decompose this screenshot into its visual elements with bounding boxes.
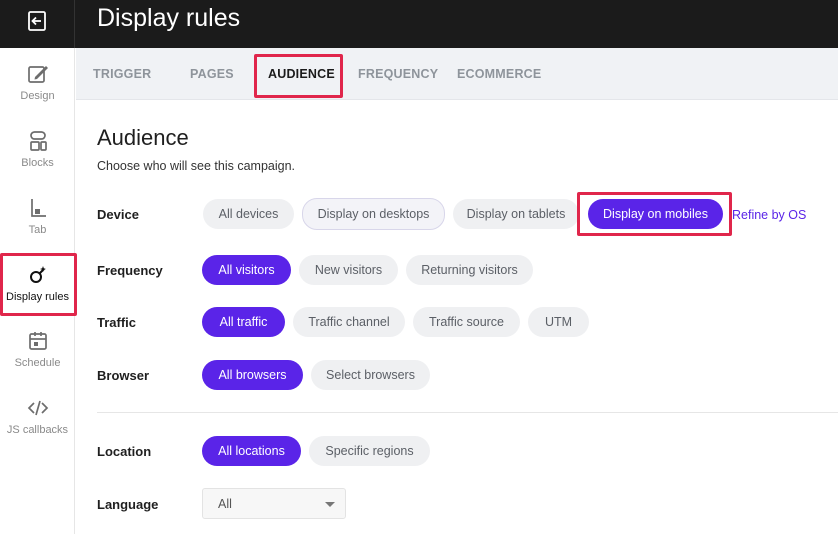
browser-option-select[interactable]: Select browsers — [311, 360, 430, 390]
sidebar-item-js-callbacks[interactable]: JS callbacks — [0, 394, 75, 454]
chevron-down-icon — [325, 502, 335, 507]
device-option-tablets[interactable]: Display on tablets — [453, 199, 579, 229]
language-select[interactable]: All — [202, 488, 346, 519]
frequency-label: Frequency — [97, 263, 163, 278]
traffic-option-source[interactable]: Traffic source — [413, 307, 520, 337]
exit-icon[interactable] — [24, 8, 50, 34]
schedule-icon — [26, 329, 50, 353]
sidebar-item-label: Schedule — [14, 357, 61, 369]
browser-option-all[interactable]: All browsers — [202, 360, 303, 390]
sidebar-item-design[interactable]: Design — [0, 60, 75, 120]
highlight-box-mobile — [577, 192, 732, 236]
location-option-all[interactable]: All locations — [202, 436, 301, 466]
sidebar-item-label: Tab — [28, 224, 47, 236]
browser-label: Browser — [97, 368, 150, 383]
language-label: Language — [97, 497, 159, 512]
tab-bar: TRIGGER PAGES AUDIENCE FREQUENCY ECOMMER… — [76, 48, 838, 100]
traffic-option-channel[interactable]: Traffic channel — [293, 307, 405, 337]
location-label: Location — [97, 444, 152, 459]
tab-pages[interactable]: PAGES — [190, 67, 234, 81]
tab-frequency[interactable]: FREQUENCY — [358, 67, 438, 81]
section-divider — [97, 412, 838, 413]
traffic-label: Traffic — [97, 315, 137, 330]
sidebar-item-label: Blocks — [21, 157, 54, 169]
language-select-value: All — [218, 497, 232, 511]
refine-by-os-link[interactable]: Refine by OS — [732, 208, 806, 222]
tab-trigger[interactable]: TRIGGER — [93, 67, 151, 81]
section-title: Audience — [97, 125, 189, 150]
sidebar-item-blocks[interactable]: Blocks — [0, 127, 75, 187]
sidebar-item-label: Design — [20, 90, 55, 102]
design-icon — [26, 62, 50, 86]
frequency-option-all-visitors[interactable]: All visitors — [202, 255, 291, 285]
frequency-option-new-visitors[interactable]: New visitors — [299, 255, 398, 285]
device-label: Device — [97, 207, 139, 222]
device-option-desktops[interactable]: Display on desktops — [302, 198, 445, 230]
sidebar-item-schedule[interactable]: Schedule — [0, 327, 75, 387]
sidebar-item-tab[interactable]: Tab — [0, 194, 75, 254]
tab-icon — [26, 196, 50, 220]
tab-ecommerce[interactable]: ECOMMERCE — [457, 67, 541, 81]
highlight-box-sidebar — [0, 253, 77, 316]
page-title: Display rules — [97, 4, 241, 32]
device-option-all[interactable]: All devices — [203, 199, 294, 229]
frequency-option-returning-visitors[interactable]: Returning visitors — [406, 255, 533, 285]
blocks-icon — [26, 129, 50, 153]
traffic-option-all[interactable]: All traffic — [202, 307, 285, 337]
location-option-specific-regions[interactable]: Specific regions — [309, 436, 430, 466]
code-icon — [26, 396, 50, 420]
section-subtitle: Choose who will see this campaign. — [97, 159, 296, 173]
highlight-box-tab — [254, 54, 343, 98]
topbar-divider — [74, 0, 75, 48]
sidebar-item-label: JS callbacks — [6, 424, 69, 436]
top-bar: Display rules — [0, 0, 838, 48]
traffic-option-utm[interactable]: UTM — [528, 307, 589, 337]
